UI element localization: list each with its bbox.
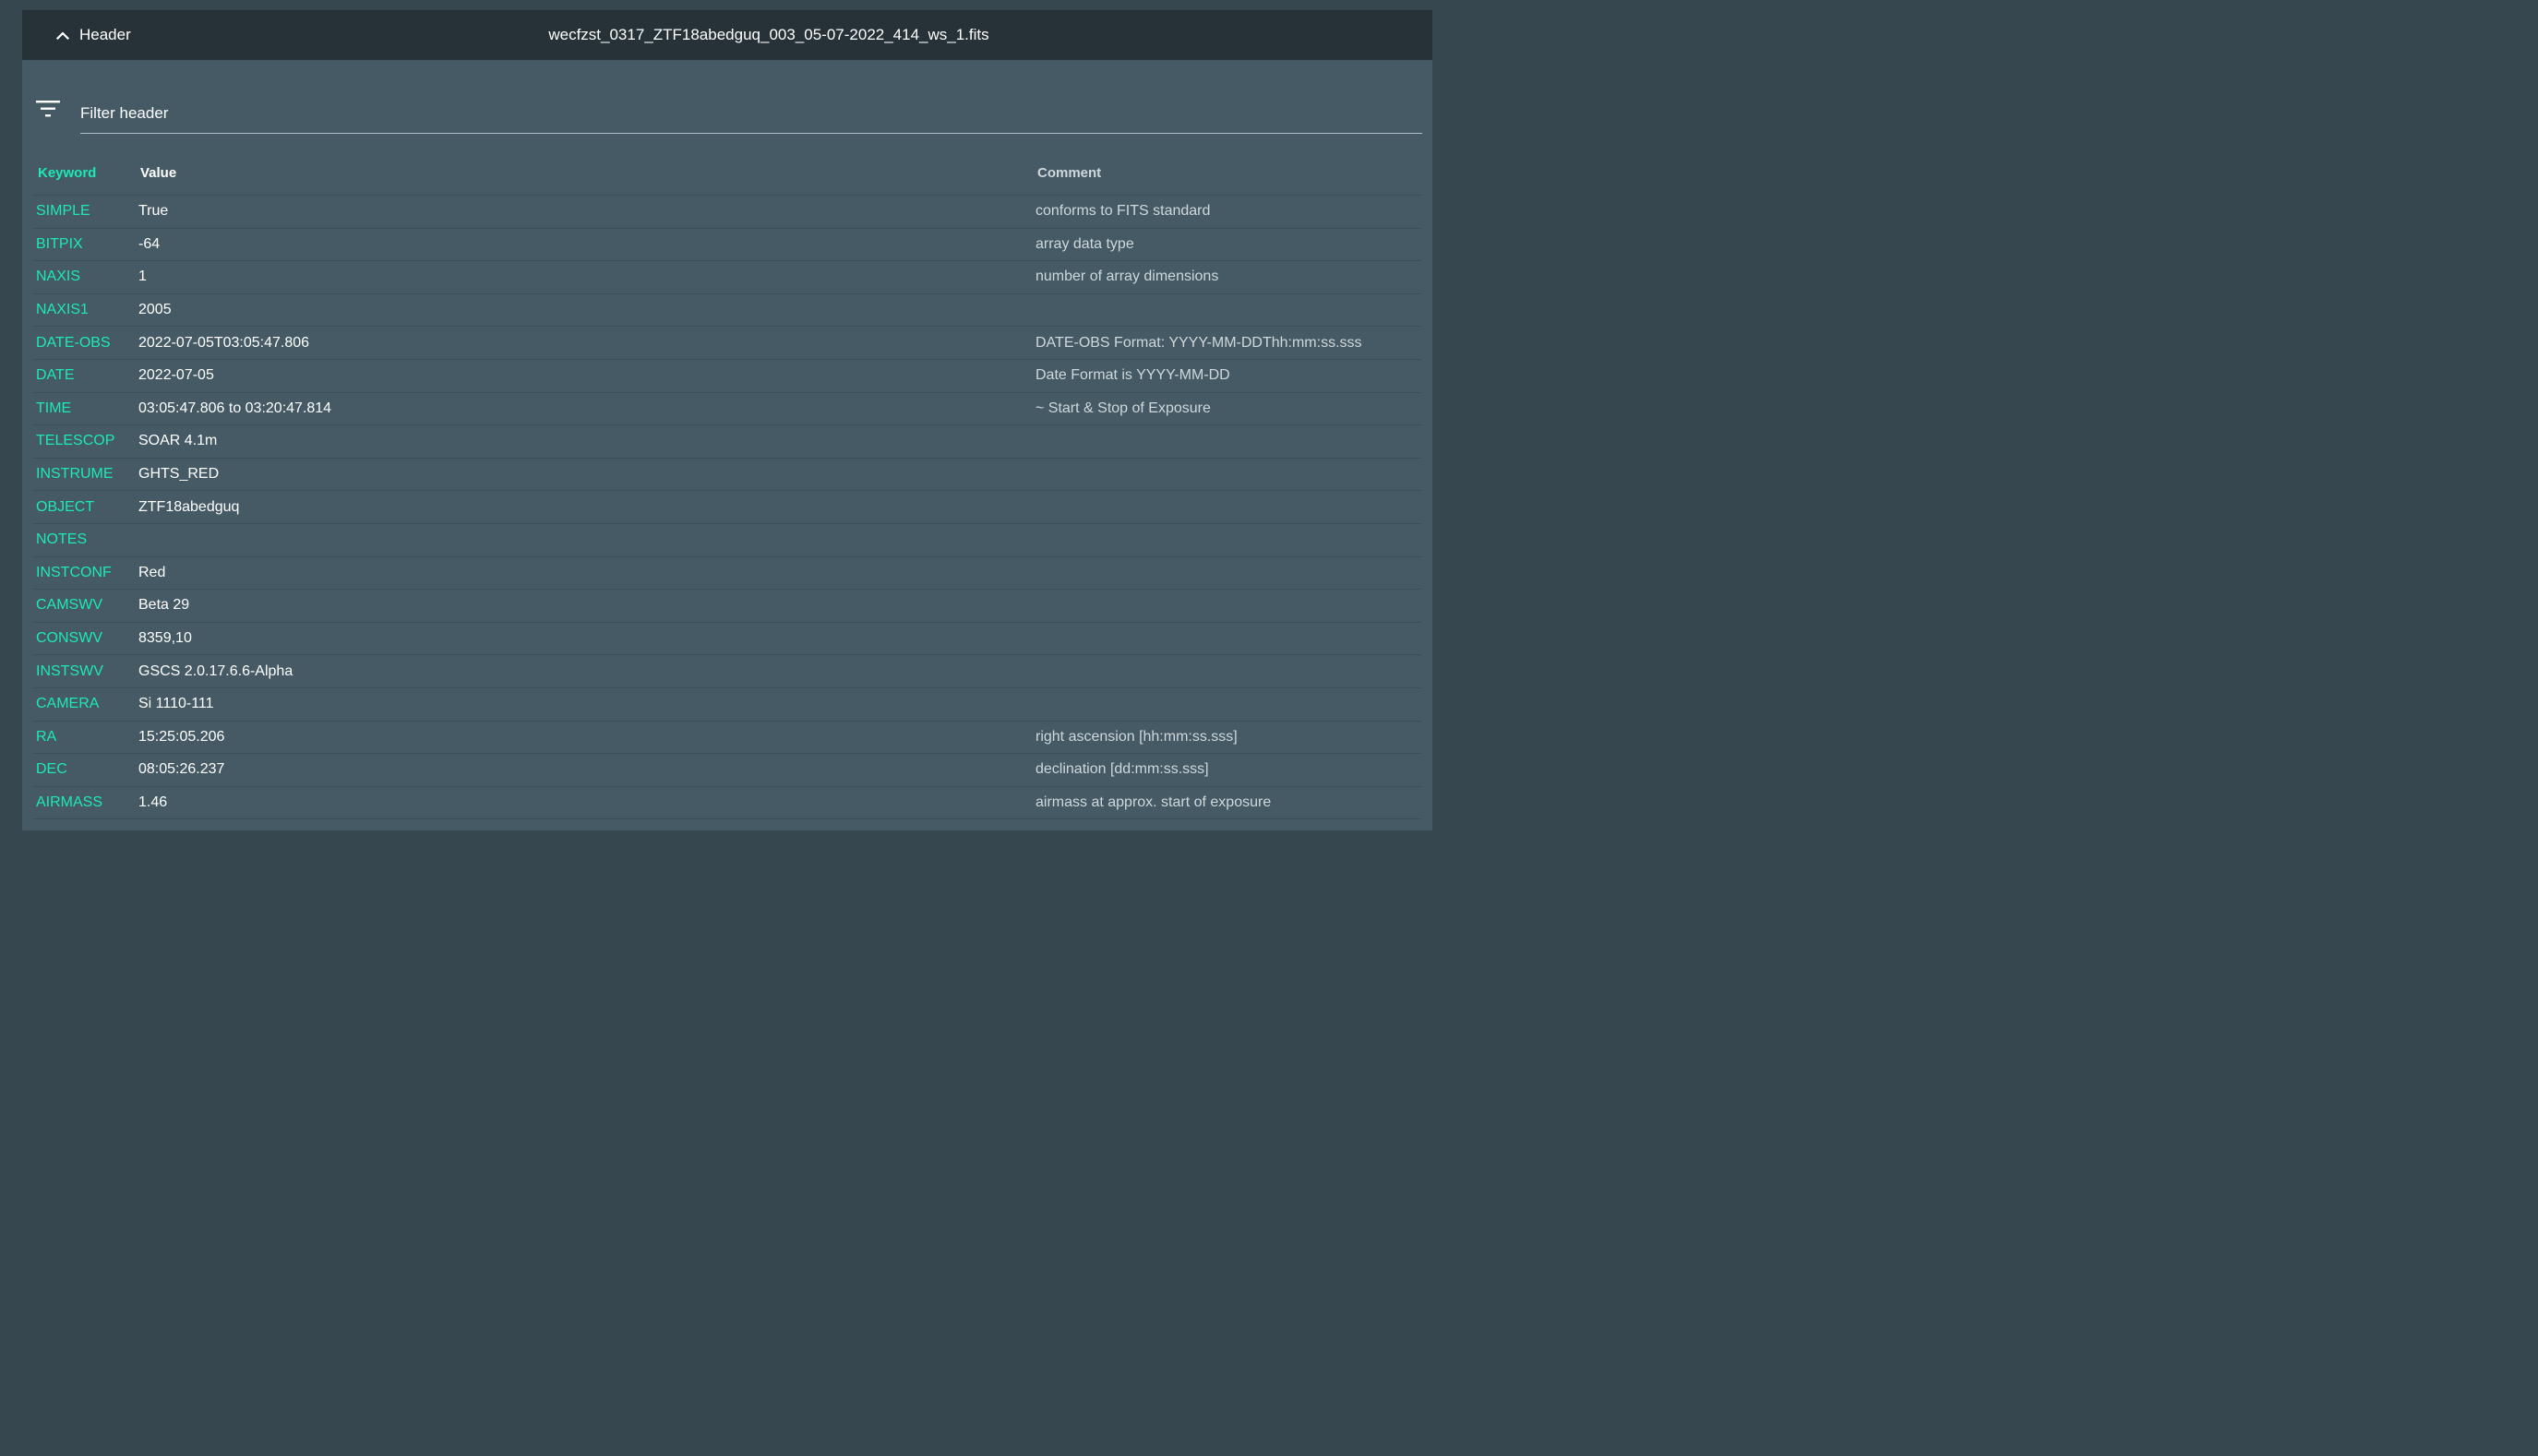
keyword-cell: TELESCOP [34, 424, 138, 459]
value-cell: 2022-07-05 [138, 359, 1036, 393]
filter-row [35, 93, 1422, 135]
filter-list-icon [35, 99, 61, 119]
comment-cell [1036, 589, 1421, 623]
table-row[interactable]: INSTSWV GSCS 2.0.17.6.6-Alpha [34, 654, 1421, 688]
table-row[interactable]: TELESCOP SOAR 4.1m [34, 424, 1421, 459]
table-row[interactable]: INSTRUME GHTS_RED [34, 458, 1421, 492]
fits-header-panel: Header wecfzst_0317_ZTF18abedguq_003_05-… [22, 10, 1432, 830]
keyword-cell: CAMERA [34, 687, 138, 722]
table-row[interactable]: DEC 08:05:26.237 declination [dd:mm:ss.sss… [34, 753, 1421, 787]
keyword-cell: CAMSWV [34, 589, 138, 623]
value-cell: 8359,10 [138, 622, 1036, 656]
value-cell: Red [138, 556, 1036, 591]
value-cell [138, 523, 1036, 557]
comment-cell: ~ Start & Stop of Exposure [1036, 392, 1421, 426]
table-row[interactable]: INSTCONF Red [34, 556, 1421, 591]
comment-cell: right ascension [hh:mm:ss.sss] [1036, 721, 1421, 755]
value-cell: -64 [138, 228, 1036, 262]
keyword-cell: OBJECT [34, 490, 138, 524]
comment-cell: DATE-OBS Format: YYYY-MM-DDThh:mm:ss.sss [1036, 326, 1421, 360]
comment-cell [1036, 687, 1421, 722]
comment-cell: declination [dd:mm:ss.sss] [1036, 753, 1421, 787]
comment-cell: array data type [1036, 228, 1421, 262]
value-cell: 08:05:26.237 [138, 753, 1036, 787]
value-cell: 1.46 [138, 786, 1036, 820]
column-header-value[interactable]: Value [138, 151, 1036, 196]
table-row[interactable]: BITPIX -64 array data type [34, 228, 1421, 262]
value-cell: ZTF18abedguq [138, 490, 1036, 524]
column-header-comment[interactable]: Comment [1036, 151, 1421, 196]
table-row[interactable]: CAMSWV Beta 29 [34, 589, 1421, 623]
keyword-cell: INSTCONF [34, 556, 138, 591]
keyword-cell: CONSWV [34, 622, 138, 656]
keyword-cell: DATE [34, 359, 138, 393]
comment-cell [1036, 293, 1421, 328]
keyword-cell: DEC [34, 753, 138, 787]
comment-cell [1036, 424, 1421, 459]
comment-cell: Date Format is YYYY-MM-DD [1036, 359, 1421, 393]
table-row[interactable]: DATE-OBS 2022-07-05T03:05:47.806 DATE-OBS … [34, 326, 1421, 360]
keyword-cell: SIMPLE [34, 195, 138, 229]
keyword-cell: AIRMASS [34, 786, 138, 820]
table-row[interactable]: CAMERA Si 1110-111 [34, 687, 1421, 722]
table-row[interactable]: NAXIS1 2005 [34, 293, 1421, 328]
comment-cell [1036, 654, 1421, 688]
table-row[interactable]: NOTES [34, 523, 1421, 557]
comment-cell [1036, 490, 1421, 524]
keyword-cell: NAXIS1 [34, 293, 138, 328]
table-row[interactable]: DATE 2022-07-05 Date Format is YYYY-MM-DD [34, 359, 1421, 393]
comment-cell: conforms to FITS standard [1036, 195, 1421, 229]
filter-header-input[interactable] [80, 93, 1422, 134]
keyword-cell: NOTES [34, 523, 138, 557]
table-row[interactable]: AIRMASS 1.46 airmass at approx. start of e… [34, 786, 1421, 820]
value-cell: 1 [138, 260, 1036, 294]
comment-cell: number of array dimensions [1036, 260, 1421, 294]
keyword-cell: INSTSWV [34, 654, 138, 688]
value-cell: GSCS 2.0.17.6.6-Alpha [138, 654, 1036, 688]
comment-cell [1036, 622, 1421, 656]
table-row[interactable]: NAXIS 1 number of array dimensions [34, 260, 1421, 294]
table-row[interactable]: SIMPLE True conforms to FITS standard [34, 195, 1421, 229]
comment-cell [1036, 523, 1421, 557]
keyword-cell: BITPIX [34, 228, 138, 262]
table-row[interactable]: TIME 03:05:47.806 to 03:20:47.814 ~ Start … [34, 392, 1421, 426]
keyword-cell: RA [34, 721, 138, 755]
value-cell: SOAR 4.1m [138, 424, 1036, 459]
value-cell: GHTS_RED [138, 458, 1036, 492]
value-cell: Beta 29 [138, 589, 1036, 623]
panel-header-bar[interactable]: Header wecfzst_0317_ZTF18abedguq_003_05-… [22, 10, 1432, 60]
value-cell: True [138, 195, 1036, 229]
table-row[interactable]: RA 15:25:05.206 right ascension [hh:mm:ss.… [34, 721, 1421, 755]
column-header-keyword[interactable]: Keyword [34, 151, 138, 196]
table-row[interactable]: CONSWV 8359,10 [34, 622, 1421, 656]
keyword-cell: INSTRUME [34, 458, 138, 492]
comment-cell [1036, 556, 1421, 591]
table-header-row: Keyword Value Comment [34, 151, 1421, 196]
keyword-cell: TIME [34, 392, 138, 426]
value-cell: 03:05:47.806 to 03:20:47.814 [138, 392, 1036, 426]
value-cell: Si 1110-111 [138, 687, 1036, 722]
comment-cell [1036, 458, 1421, 492]
value-cell: 2005 [138, 293, 1036, 328]
keyword-cell: DATE-OBS [34, 326, 138, 360]
file-name-title: wecfzst_0317_ZTF18abedguq_003_05-07-2022… [548, 26, 989, 43]
comment-cell: airmass at approx. start of exposure [1036, 786, 1421, 820]
value-cell: 2022-07-05T03:05:47.806 [138, 326, 1036, 360]
fits-header-table: Keyword Value Comment SIMPLE True conforms… [34, 151, 1421, 820]
keyword-cell: NAXIS [34, 260, 138, 294]
table-row[interactable]: OBJECT ZTF18abedguq [34, 490, 1421, 524]
value-cell: 15:25:05.206 [138, 721, 1036, 755]
